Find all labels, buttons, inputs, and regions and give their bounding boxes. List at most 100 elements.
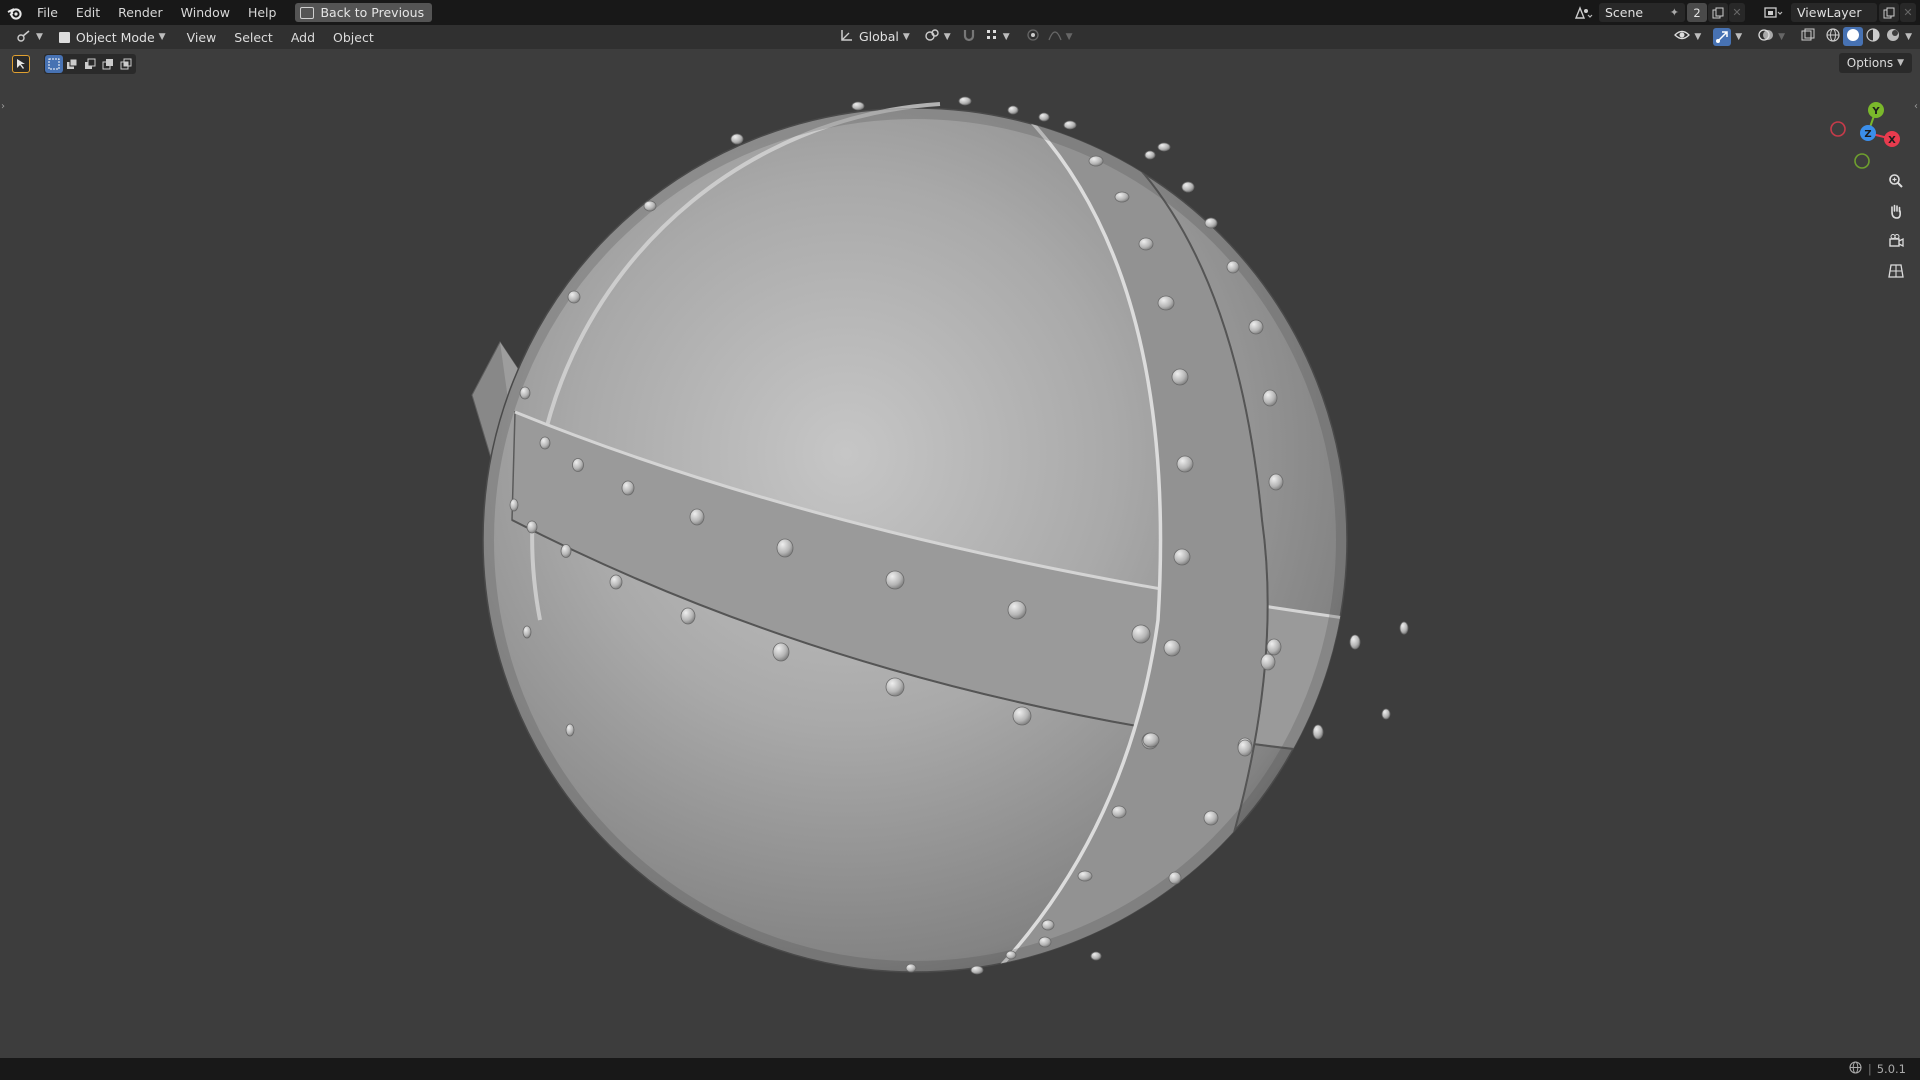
- zoom-icon[interactable]: [1883, 168, 1909, 194]
- tool-row: [12, 54, 136, 74]
- gizmo-icon: [1713, 27, 1732, 46]
- x-axis-label: X: [1888, 135, 1896, 146]
- transform-controls: Global ▼ ▼ ▼ ▼: [836, 27, 1077, 46]
- menu-add[interactable]: Add: [282, 30, 324, 45]
- pivot-dropdown[interactable]: ▼: [920, 27, 955, 46]
- new-scene-icon[interactable]: [1708, 3, 1728, 22]
- negative-x-axis[interactable]: [1830, 121, 1846, 137]
- scene-name: Scene: [1605, 5, 1644, 20]
- right-sidebar-toggle-icon[interactable]: ‹: [1914, 101, 1918, 112]
- viewport-scene: [471, 96, 1409, 975]
- left-sidebar-toggle-icon[interactable]: ›: [1, 101, 5, 112]
- chevron-down-icon: ▼: [902, 31, 910, 42]
- close-icon[interactable]: ✕: [1729, 3, 1745, 22]
- scene-icon[interactable]: [1569, 3, 1597, 22]
- menu-object[interactable]: Object: [324, 30, 383, 45]
- visibility-icon: [1674, 28, 1691, 45]
- navigation-gizmo[interactable]: Y X Z: [1820, 83, 1910, 173]
- version-info: | 5.0.1: [1849, 1061, 1906, 1077]
- camera-icon[interactable]: [1883, 228, 1909, 254]
- 3d-viewport[interactable]: Y X Z: [0, 49, 1920, 1058]
- wireframe-shading-icon: [1825, 27, 1841, 46]
- overlay-toggle[interactable]: ▼: [1754, 27, 1789, 46]
- negative-y-axis[interactable]: [1854, 153, 1870, 169]
- options-dropdown[interactable]: Options ▼: [1838, 53, 1912, 73]
- chevron-down-icon: ▼: [1905, 31, 1912, 42]
- select-extend-icon[interactable]: [63, 55, 81, 73]
- chevron-down-icon: ▼: [36, 32, 43, 42]
- status-bar: | 5.0.1: [0, 1058, 1920, 1080]
- chevron-down-icon: ▼: [1897, 58, 1904, 68]
- x-axis-handle[interactable]: X: [1884, 131, 1900, 147]
- chevron-down-icon: ▼: [1735, 31, 1743, 42]
- rendered-shading-button[interactable]: ▼: [1883, 27, 1914, 46]
- gizmo-toggle[interactable]: ▼: [1709, 27, 1746, 46]
- top-bar: File Edit Render Window Help Back to Pre…: [0, 0, 1920, 25]
- blender-logo-icon[interactable]: [2, 0, 28, 25]
- chevron-down-icon: ▼: [158, 32, 166, 42]
- solid-shading-button[interactable]: [1843, 27, 1864, 46]
- proportional-edit-toggle[interactable]: [1022, 27, 1044, 46]
- scene-users-count[interactable]: 2: [1687, 3, 1707, 22]
- view-layer-field[interactable]: ViewLayer: [1791, 3, 1877, 22]
- object-mode-label: Object Mode: [75, 29, 155, 45]
- separator: |: [1867, 1062, 1872, 1076]
- select-invert-icon[interactable]: [99, 55, 117, 73]
- ortho-grid-icon[interactable]: [1883, 258, 1909, 284]
- options-label: Options: [1846, 56, 1894, 70]
- menu-file[interactable]: File: [28, 0, 67, 25]
- visibility-dropdown[interactable]: ▼: [1670, 27, 1705, 46]
- editor-type-icon: [16, 29, 32, 46]
- snap-target-dropdown[interactable]: ▼: [981, 27, 1014, 46]
- z-axis-handle[interactable]: Z: [1860, 125, 1876, 141]
- selection-mode-group: [44, 54, 136, 74]
- select-new-icon[interactable]: [45, 55, 63, 73]
- menu-render[interactable]: Render: [109, 0, 172, 25]
- menu-select[interactable]: Select: [225, 30, 282, 45]
- transform-orientation-dropdown[interactable]: Global ▼: [836, 27, 914, 46]
- viewport-display-controls: ▼ ▼ ▼ ▼: [1670, 27, 1914, 46]
- xray-toggle[interactable]: [1797, 27, 1819, 46]
- object-mode-icon: [58, 31, 70, 43]
- z-axis-label: Z: [1864, 129, 1871, 140]
- menu-help[interactable]: Help: [239, 0, 286, 25]
- pin-icon[interactable]: ✦: [1670, 6, 1679, 19]
- version-label: 5.0.1: [1876, 1062, 1906, 1076]
- menu-window[interactable]: Window: [172, 0, 239, 25]
- editor-type-dropdown[interactable]: ▼: [12, 28, 47, 47]
- select-subtract-icon[interactable]: [81, 55, 99, 73]
- menu-edit[interactable]: Edit: [67, 0, 109, 25]
- back-to-previous-label: Back to Previous: [320, 5, 425, 20]
- chevron-down-icon: ▼: [943, 31, 951, 42]
- grid-snap-icon: [985, 28, 999, 45]
- orientation-label: Global: [859, 29, 899, 44]
- material-shading-button[interactable]: [1863, 27, 1883, 46]
- scene-field[interactable]: Scene ✦: [1599, 3, 1685, 22]
- back-to-previous-button[interactable]: Back to Previous: [295, 3, 433, 22]
- chevron-down-icon: ▼: [1002, 31, 1010, 42]
- view-layer-icon[interactable]: [1759, 3, 1789, 22]
- pan-hand-icon[interactable]: [1883, 198, 1909, 224]
- object-mode-dropdown[interactable]: Object Mode ▼: [53, 28, 172, 47]
- proportional-icon: [1026, 28, 1040, 45]
- solid-shading-icon: [1845, 27, 1861, 46]
- snap-icon: [961, 28, 977, 45]
- snap-toggle[interactable]: [957, 27, 981, 46]
- orientation-icon: [840, 28, 854, 45]
- overlay-icon: [1758, 28, 1774, 45]
- select-tool-icon[interactable]: [12, 55, 30, 73]
- new-view-layer-icon[interactable]: [1879, 3, 1899, 22]
- viewport-header: ▼ Object Mode ▼ View Select Add Object G…: [0, 25, 1920, 49]
- globe-icon: [1849, 1061, 1862, 1077]
- back-icon: [300, 6, 315, 19]
- select-intersect-icon[interactable]: [117, 55, 135, 73]
- wireframe-shading-button[interactable]: [1823, 27, 1843, 46]
- material-shading-icon: [1865, 27, 1881, 46]
- view-layer-close-icon[interactable]: ✕: [1900, 3, 1916, 22]
- falloff-dropdown[interactable]: ▼: [1044, 27, 1077, 46]
- top-right-controls: Scene ✦ 2 ✕ ViewLayer ✕: [1569, 0, 1920, 25]
- view-layer-name: ViewLayer: [1797, 5, 1862, 20]
- y-axis-handle[interactable]: Y: [1868, 102, 1884, 118]
- pivot-icon: [924, 28, 940, 45]
- menu-view[interactable]: View: [178, 30, 226, 45]
